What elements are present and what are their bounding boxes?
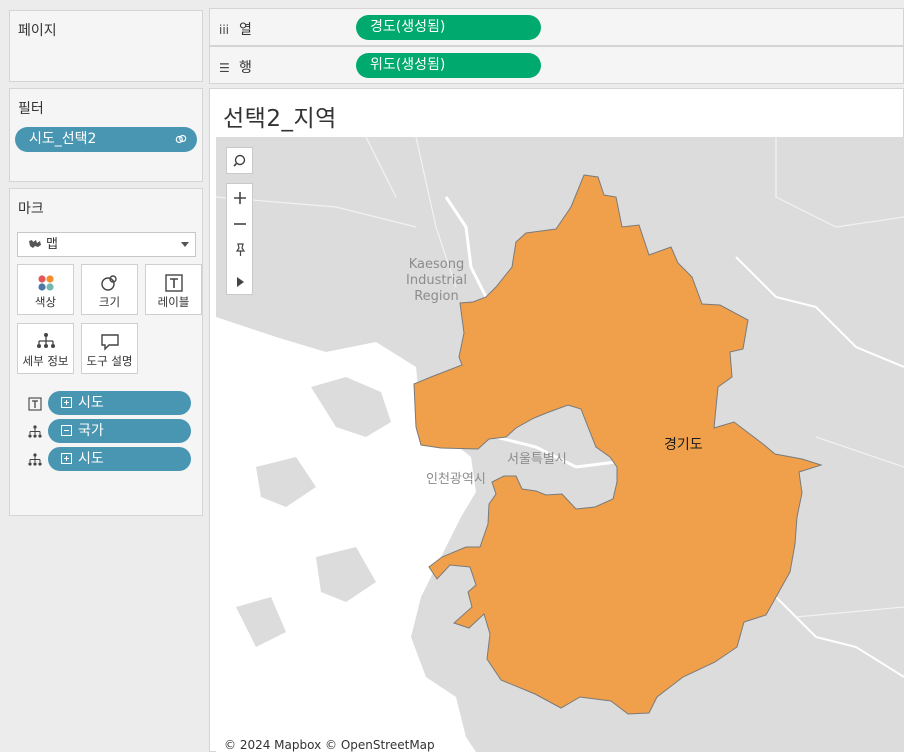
expand-plus-icon[interactable] — [61, 453, 72, 464]
detail-icon — [28, 425, 42, 438]
columns-icon: iii — [219, 23, 230, 37]
collapse-minus-icon[interactable] — [61, 425, 72, 436]
view-title: 선택2_지역 — [223, 106, 337, 132]
zoom-out-button[interactable] — [227, 210, 252, 237]
detail-button[interactable]: 세부 정보 — [17, 323, 74, 374]
filter-pill-sido-select[interactable]: 시도_선택2 — [15, 127, 197, 152]
tooltip-button-label: 도구 설명 — [86, 354, 133, 368]
expand-tools-button[interactable] — [227, 268, 252, 295]
place-label-line: Industrial — [406, 273, 467, 288]
map-search-tool[interactable] — [226, 147, 253, 174]
map-mark-icon — [29, 240, 41, 248]
place-label-line: Region — [414, 289, 459, 304]
detail-icon — [36, 333, 55, 348]
label-button[interactable]: 레이블 — [145, 264, 202, 315]
mark-type-label: 맵 — [46, 237, 58, 252]
filters-card[interactable]: 필터 시도_선택2 — [9, 88, 203, 182]
field-pill-text: 시도 — [78, 395, 104, 411]
link-icon — [175, 134, 187, 144]
place-label-incheon: 인천광역시 — [426, 472, 486, 487]
expand-plus-icon[interactable] — [61, 397, 72, 408]
color-button-label: 색상 — [34, 295, 57, 309]
size-button-label: 크기 — [98, 295, 121, 309]
map-attribution[interactable]: © 2024 Mapbox © OpenStreetMap — [222, 738, 437, 752]
tooltip-icon — [100, 334, 119, 351]
field-pill-country-detail[interactable]: 국가 — [48, 419, 191, 443]
detail-icon — [28, 453, 42, 466]
filters-card-title: 필터 — [18, 101, 44, 117]
field-pill-sido-label[interactable]: 시도 — [48, 391, 191, 415]
rows-shelf[interactable]: ☰ 행 위도(생성됨) — [209, 46, 904, 84]
map-view[interactable]: Kaesong Industrial Region 서울특별시 인천광역시 경기도 … — [216, 137, 904, 752]
field-pill-sido-detail[interactable]: 시도 — [48, 447, 191, 471]
columns-shelf[interactable]: iii 열 경도(생성됨) — [209, 8, 904, 46]
marks-card[interactable]: 마크 맵 색상 크기 레이블 세부 정보 도구 설명 시도 국가 시도 — [9, 188, 203, 516]
color-button[interactable]: 색상 — [17, 264, 74, 315]
detail-button-label: 세부 정보 — [22, 354, 69, 368]
columns-shelf-label: iii 열 — [219, 19, 252, 39]
play-icon — [236, 276, 244, 287]
map-canvas[interactable] — [216, 137, 904, 752]
pin-button[interactable] — [227, 236, 252, 263]
filter-pill-label: 시도_선택2 — [29, 131, 97, 147]
text-icon — [28, 397, 42, 411]
rows-pill-latitude[interactable]: 위도(생성됨) — [356, 53, 541, 78]
plus-icon — [233, 191, 246, 204]
tooltip-button[interactable]: 도구 설명 — [81, 323, 138, 374]
text-icon — [164, 274, 183, 292]
columns-shelf-text: 열 — [239, 22, 252, 38]
size-icon — [100, 275, 117, 291]
columns-pill-longitude[interactable]: 경도(생성됨) — [356, 15, 541, 40]
size-button[interactable]: 크기 — [81, 264, 138, 315]
marks-card-title: 마크 — [18, 201, 44, 217]
mark-type-dropdown[interactable]: 맵 — [17, 232, 196, 257]
rows-shelf-label: ☰ 행 — [219, 57, 252, 77]
rows-icon: ☰ — [219, 61, 230, 75]
label-button-label: 레이블 — [157, 295, 190, 309]
pages-card-title: 페이지 — [18, 23, 57, 39]
minus-icon — [233, 222, 246, 225]
place-label-seoul: 서울특별시 — [507, 452, 567, 467]
place-label-kaesong: Kaesong Industrial Region — [406, 257, 467, 305]
place-label-line: Kaesong — [408, 257, 465, 272]
field-pill-text: 국가 — [78, 423, 104, 439]
rows-shelf-text: 행 — [239, 60, 252, 76]
color-icon — [37, 275, 54, 291]
search-icon — [233, 154, 246, 167]
pin-icon — [235, 242, 245, 256]
region-label-gyeonggi: 경기도 — [664, 437, 703, 453]
chevron-down-icon — [181, 242, 189, 247]
map-zoom-toolbar[interactable] — [226, 183, 253, 295]
zoom-in-button[interactable] — [227, 184, 252, 211]
field-pill-text: 시도 — [78, 451, 104, 467]
pages-card[interactable]: 페이지 — [9, 10, 203, 82]
